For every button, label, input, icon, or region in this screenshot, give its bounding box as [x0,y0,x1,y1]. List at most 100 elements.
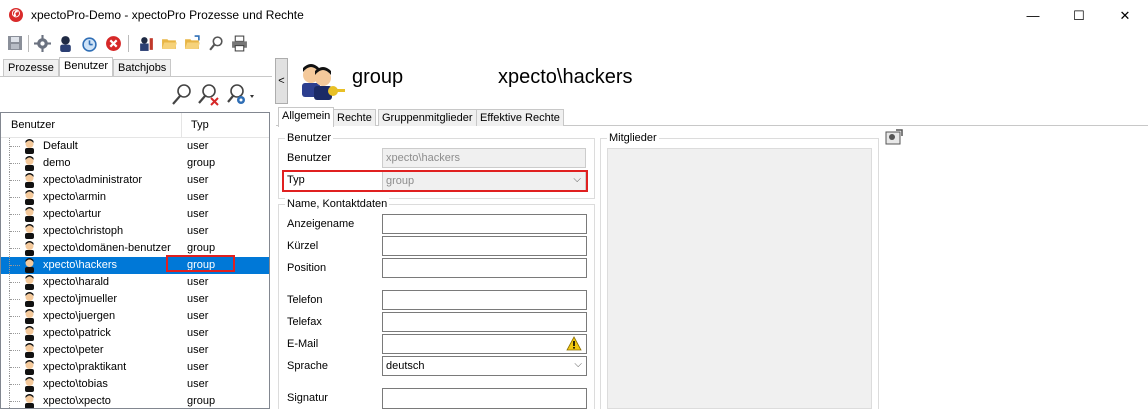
save-icon[interactable] [6,35,23,52]
clock-icon[interactable] [81,35,98,52]
row-typ: user [187,191,209,203]
mitglieder-groupbox-title: Mitglieder [607,132,659,144]
tree-line [9,223,23,240]
table-row[interactable]: xpecto\christoph user [1,223,269,240]
row-typ: user [187,344,209,356]
user-icon [22,360,36,375]
benutzer-field: xpecto\hackers [382,148,586,168]
title-bar: ✆ xpectoPro-Demo - xpectoPro Prozesse un… [0,0,1148,31]
benutzer-groupbox-title: Benutzer [285,132,334,144]
row-typ: user [187,208,209,220]
tab-rechte[interactable]: Rechte [333,109,376,126]
print-icon[interactable] [231,35,248,52]
table-row[interactable]: xpecto\harald user [1,274,269,291]
table-row[interactable]: xpecto\xpecto group [1,393,269,408]
table-row[interactable]: xpecto\armin user [1,189,269,206]
tree-line [9,240,23,257]
search-icon[interactable] [208,35,225,52]
sprache-select[interactable]: deutsch ⌵ [382,356,587,376]
app-icon: ✆ [9,8,23,22]
table-row[interactable]: xpecto\artur user [1,206,269,223]
user-icon [22,241,36,256]
user-tools-icon[interactable] [138,35,155,52]
minimize-button[interactable]: — [1010,0,1056,31]
tab-allgemein[interactable]: Allgemein [278,107,335,127]
settings-icon[interactable] [34,35,51,52]
row-benutzer: xpecto\juergen [43,310,116,322]
table-row[interactable]: xpecto\patrick user [1,325,269,342]
header-name: xpecto\hackers [498,66,633,88]
table-row[interactable]: xpecto\praktikant user [1,359,269,376]
user-icon [22,394,36,408]
row-benutzer: xpecto\praktikant [43,361,127,373]
row-benutzer: xpecto\harald [43,276,110,288]
warning-icon [566,336,582,352]
kuerzel-field[interactable] [382,236,587,256]
typ-highlight-box [166,255,235,272]
signatur-field[interactable] [382,388,587,409]
anzeigename-label: Anzeigename [287,218,355,230]
row-benutzer: xpecto\tobias [43,378,108,390]
table-row[interactable]: xpecto\tobias user [1,376,269,393]
table-row[interactable]: xpecto\peter user [1,342,269,359]
tree-line [9,359,23,376]
user-icon [22,377,36,392]
table-row[interactable]: xpecto\administrator user [1,172,269,189]
toolbar-separator [128,35,129,52]
search-clear-icon[interactable] [198,83,220,107]
column-benutzer[interactable]: Benutzer [11,119,55,131]
edit-members-icon[interactable] [884,128,904,146]
table-row[interactable]: demo group [1,155,269,172]
maximize-button[interactable]: ☐ [1056,0,1102,31]
user-icon [22,173,36,188]
telefon-label: Telefon [287,294,323,306]
folder-icon[interactable] [184,35,201,52]
signatur-label: Signatur [287,392,328,404]
row-typ: user [187,361,209,373]
user-icon [22,309,36,324]
table-row[interactable]: xpecto\jmueller user [1,291,269,308]
mitglieder-list[interactable] [607,148,872,409]
telefon-field[interactable] [382,290,587,310]
row-benutzer: xpecto\administrator [43,174,143,186]
stop-icon[interactable] [105,35,122,52]
user-icon [22,258,36,273]
left-toolbar [0,76,272,112]
search-settings-icon[interactable] [227,83,254,107]
folder-open-icon[interactable] [161,35,178,52]
tab-batchjobs[interactable]: Batchjobs [113,59,172,76]
collapse-panel-button[interactable]: < [275,58,288,104]
window-title: xpectoPro-Demo - xpectoPro Prozesse und … [31,8,304,22]
user-icon[interactable] [57,35,74,52]
position-field[interactable] [382,258,587,278]
tab-effektive-rechte[interactable]: Effektive Rechte [476,109,564,126]
row-typ: user [187,225,209,237]
email-label: E-Mail [287,338,319,350]
tree-line [9,325,23,342]
search-icon[interactable] [171,83,193,107]
telefax-label: Telefax [287,316,322,328]
group-users-icon [297,62,345,102]
tree-line [9,376,23,393]
table-row[interactable]: xpecto\juergen user [1,308,269,325]
left-tab-strip: Prozesse Benutzer Batchjobs [0,57,272,76]
table-row[interactable]: Default user [1,138,269,155]
header-type: group [352,66,404,88]
user-icon [22,207,36,222]
column-separator[interactable] [181,113,182,138]
telefax-field[interactable] [382,312,587,332]
row-benutzer: Default [43,140,78,152]
row-typ: user [187,378,209,390]
tab-benutzer[interactable]: Benutzer [59,57,114,76]
email-field[interactable] [382,334,587,354]
tab-prozesse[interactable]: Prozesse [3,59,59,76]
close-button[interactable]: ✕ [1102,0,1148,31]
row-typ: group [187,157,216,169]
tab-gruppenmitglieder[interactable]: Gruppenmitglieder [378,109,477,126]
row-benutzer: xpecto\peter [43,344,104,356]
user-icon [22,139,36,154]
column-typ[interactable]: Typ [191,119,209,131]
user-icon [22,326,36,341]
tree-line [9,172,23,189]
anzeigename-field[interactable] [382,214,587,234]
